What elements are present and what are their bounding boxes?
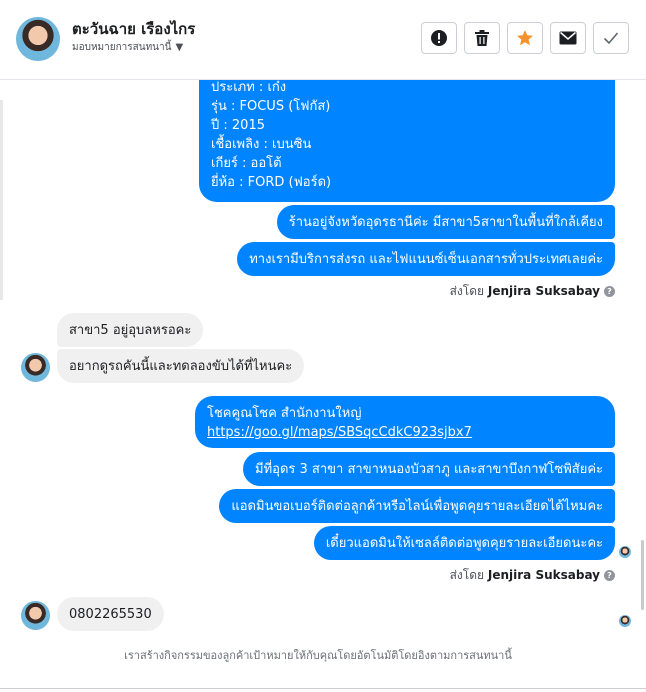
contact-avatar-small-2[interactable]	[21, 601, 50, 630]
sent-by-label: ส่งโดย Jenjira Suksabay?	[450, 282, 615, 301]
lead-activity-note: เราสร้างกิจกรรมของลูกค้าเป้าหมายให้กับคุ…	[124, 649, 512, 662]
mark-done-button-overlay[interactable]	[593, 22, 629, 54]
scrollbar-track-left	[0, 100, 3, 300]
message-test-drive-question: อยากดูรถคันนี้และทดลองขับได้ที่ไหนคะ	[57, 349, 305, 383]
sent-by-prefix: ส่งโดย	[449, 568, 485, 582]
exclamation-icon	[431, 30, 447, 46]
contact-avatar-small[interactable]	[21, 353, 50, 382]
sent-by-label-2: ส่งโดย Jenjira Suksabay?	[450, 566, 615, 585]
message-branch5-question: สาขา5 อยู่อุบลหรอคะ	[57, 313, 204, 347]
car-detail-type: ประเภท : เก๋ง	[211, 80, 287, 95]
car-detail-model: รุ่น : FOCUS (โฟกัส)	[211, 99, 331, 114]
message-hq-location: โชคคูณโชค สำนักงานใหญ่ https://goo.gl/ma…	[195, 396, 615, 448]
hq-title: โชคคูณโชค สำนักงานใหญ่	[207, 406, 362, 421]
star-icon	[517, 30, 533, 46]
message-phone-number: 0802265530	[57, 597, 164, 631]
header-overlay: ตะวันฉาย เรืองไกร มอบหมายการสนทนานี้ ▼	[0, 0, 646, 78]
car-detail-gear: เกียร์ : ออโต้	[211, 156, 282, 171]
bottom-divider	[0, 688, 646, 689]
assign-label-overlay: มอบหมายการสนทนานี้	[72, 42, 172, 53]
caret-down-icon: ▼	[175, 42, 184, 53]
message-ask-phone: แอดมินขอเบอร์ติดต่อลูกค้าหรือไลน์เพื่อพู…	[219, 489, 615, 523]
scrollbar-thumb[interactable]	[641, 540, 644, 610]
help-icon[interactable]: ?	[604, 570, 615, 581]
trash-icon	[475, 30, 489, 46]
car-detail-year: ปี : 2015	[211, 118, 265, 133]
assign-conversation-dropdown-overlay[interactable]: มอบหมายการสนทนานี้ ▼	[72, 40, 183, 55]
mark-spam-button-overlay[interactable]	[421, 22, 457, 54]
contact-name-overlay[interactable]: ตะวันฉาย เรืองไกร	[72, 17, 195, 41]
help-icon[interactable]: ?	[604, 286, 615, 297]
message-sales-contact: เดี๋ยวแอดมินให้เซลล์ติดต่อพูดคุยรายละเอี…	[313, 526, 615, 560]
hq-map-link[interactable]: https://goo.gl/maps/SBSqcCdkC923sjbx7	[207, 425, 472, 440]
sent-by-prefix: ส่งโดย	[449, 284, 485, 298]
checkmark-icon	[603, 32, 619, 45]
envelope-icon	[559, 31, 577, 45]
message-shop-location: ร้านอยู่จังหวัดอุดรธานีค่ะ มีสาขา5สาขาใน…	[276, 205, 615, 239]
contact-avatar-overlay[interactable]	[16, 17, 60, 61]
car-detail-brand: ยี่ห้อ : FORD (ฟอร์ด)	[211, 175, 332, 190]
message-services: ทางเรามีบริการส่งรถ และไฟแนนซ์เซ็นเอกสาร…	[237, 242, 615, 276]
car-detail-fuel: เชื้อเพลิง : เบนซิน	[211, 137, 312, 152]
seen-indicator-avatar	[619, 546, 631, 558]
delete-button-overlay[interactable]	[464, 22, 500, 54]
star-button-overlay[interactable]	[507, 22, 543, 54]
sent-by-name: Jenjira Suksabay	[487, 568, 600, 582]
sent-by-name: Jenjira Suksabay	[487, 284, 600, 298]
mark-unread-button-overlay[interactable]	[550, 22, 586, 54]
seen-indicator-avatar-2	[619, 615, 631, 627]
message-udon-branches: มีที่อุดร 3 สาขา สาขาหนองบัวสาภู และสาขา…	[243, 452, 615, 486]
conversation-window: ตะวันฉาย เรืองไกร มอบหมายการสนทนานี้▼	[0, 0, 646, 692]
